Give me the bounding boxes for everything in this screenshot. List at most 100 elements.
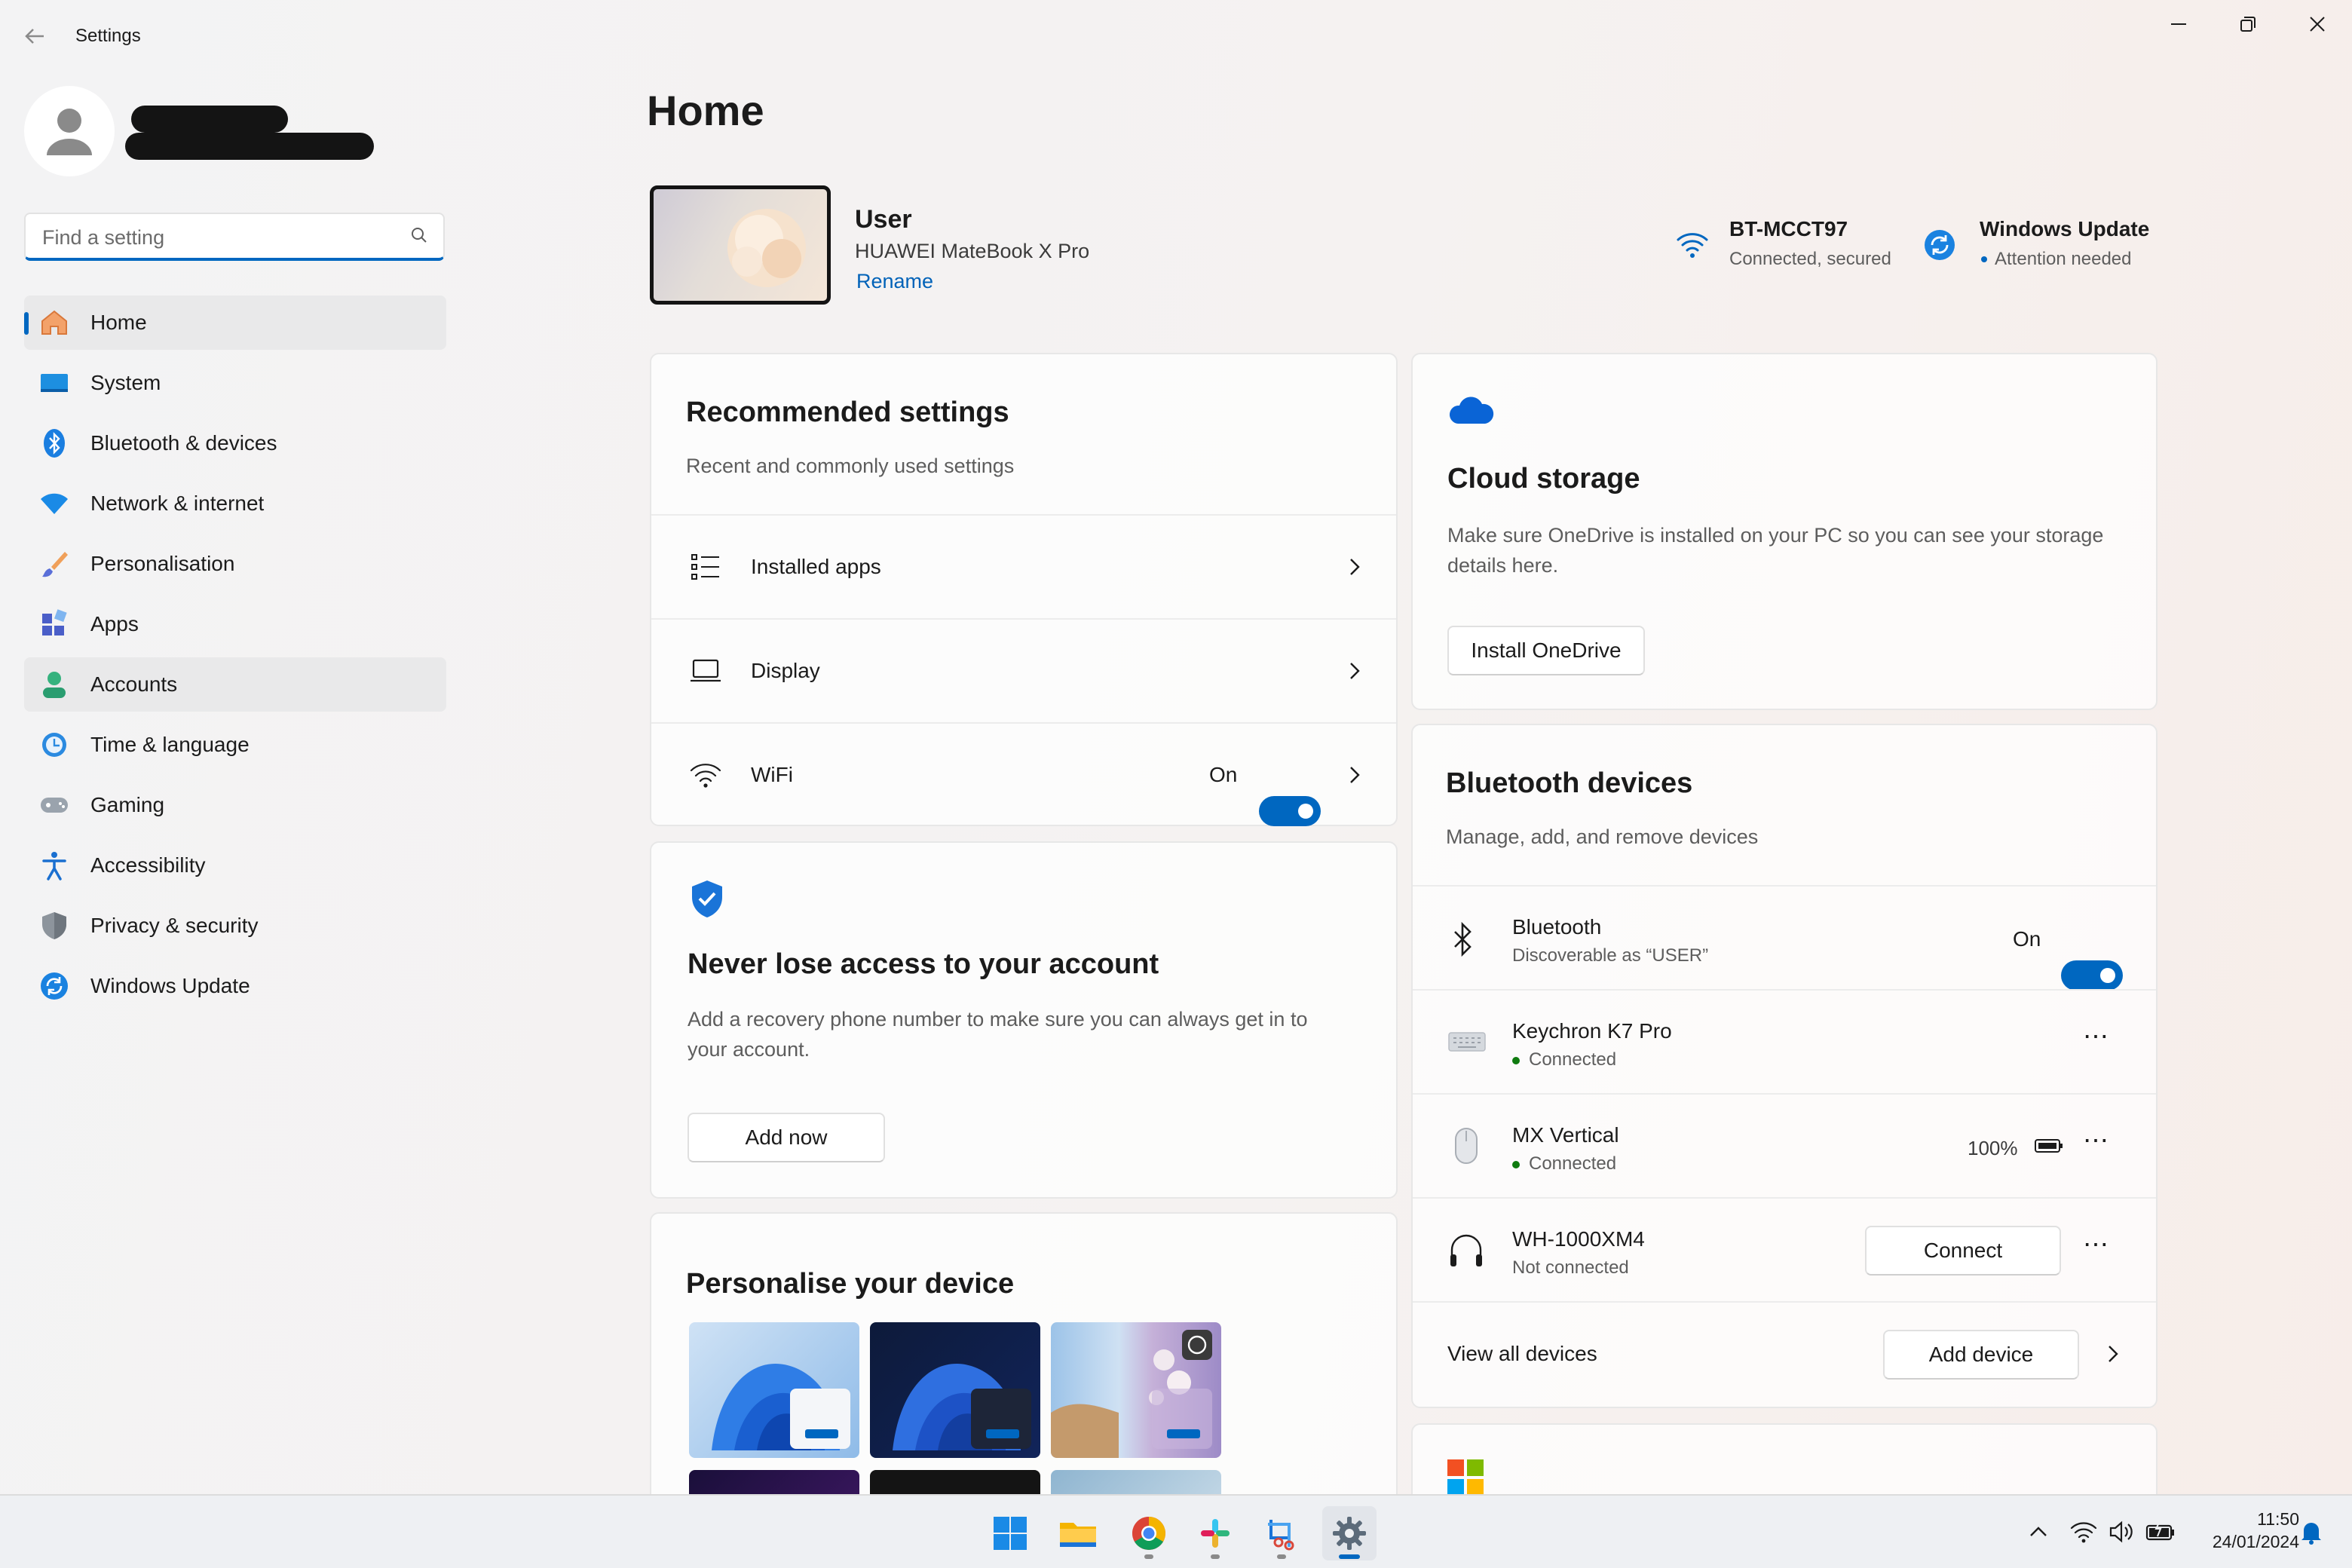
back-button[interactable] bbox=[20, 21, 50, 51]
sidebar-item-label: Personalisation bbox=[90, 552, 235, 575]
connected-dot bbox=[1512, 1160, 1520, 1168]
bluetooth-footer-row: View all devices Add device bbox=[1413, 1301, 2156, 1407]
sidebar-item-bluetooth[interactable]: Bluetooth & devices bbox=[24, 416, 446, 470]
connect-button[interactable]: Connect bbox=[1865, 1226, 2061, 1276]
restore-button[interactable] bbox=[2213, 0, 2283, 48]
accessibility-icon bbox=[38, 849, 71, 882]
restore-icon bbox=[2240, 17, 2256, 32]
battery-icon bbox=[2035, 1139, 2063, 1153]
setting-row-display[interactable]: Display bbox=[651, 618, 1396, 722]
connected-dot bbox=[1512, 1056, 1520, 1064]
show-hidden-icons-button[interactable] bbox=[2023, 1517, 2053, 1547]
close-icon bbox=[2310, 17, 2325, 32]
gamepad-icon bbox=[38, 789, 71, 822]
selection-indicator bbox=[24, 312, 29, 335]
windows-update-status[interactable]: Windows Update Attention needed bbox=[1921, 217, 2170, 277]
bluetooth-toggle[interactable] bbox=[2061, 960, 2123, 991]
recommended-title: Recommended settings bbox=[686, 397, 1009, 428]
device-thumbnail[interactable] bbox=[650, 185, 831, 305]
view-all-devices-link[interactable]: View all devices bbox=[1447, 1342, 1597, 1366]
chevron-up-icon bbox=[2030, 1527, 2047, 1536]
sidebar-item-system[interactable]: System bbox=[24, 356, 446, 410]
theme-thumbnail-spotlight[interactable] bbox=[1051, 1322, 1221, 1458]
setting-row-installed-apps[interactable]: Installed apps bbox=[651, 514, 1396, 618]
shield-check-icon bbox=[692, 880, 722, 917]
device-row-wh1000xm4[interactable]: WH-1000XM4 Not connected Connect ⋯ bbox=[1413, 1197, 2156, 1301]
setting-label: Display bbox=[751, 659, 820, 682]
more-options-button[interactable]: ⋯ bbox=[2076, 1024, 2115, 1057]
scissors-icon bbox=[1268, 1520, 1294, 1551]
sidebar-item-label: Windows Update bbox=[90, 974, 250, 997]
theme-thumbnail-dark[interactable] bbox=[870, 1322, 1040, 1458]
personalise-card: Personalise your device bbox=[650, 1212, 1398, 1530]
device-row-keychron[interactable]: Keychron K7 Pro Connected ⋯ bbox=[1413, 989, 2156, 1093]
chevron-right-icon[interactable] bbox=[2103, 1343, 2121, 1364]
sidebar-item-label: Apps bbox=[90, 612, 139, 635]
sidebar-item-time-language[interactable]: Time & language bbox=[24, 718, 446, 772]
sidebar-item-label: Gaming bbox=[90, 793, 165, 816]
wifi-icon bbox=[690, 764, 721, 788]
device-row-mx-vertical[interactable]: MX Vertical Connected 100% ⋯ bbox=[1413, 1093, 2156, 1197]
device-state: Not connected bbox=[1512, 1257, 1629, 1278]
wifi-status[interactable]: BT-MCCT97 Connected, secured bbox=[1669, 217, 1910, 277]
rename-link[interactable]: Rename bbox=[856, 270, 933, 293]
more-options-button[interactable]: ⋯ bbox=[2076, 1232, 2115, 1265]
chrome-button[interactable] bbox=[1122, 1506, 1176, 1560]
clock[interactable]: 11:50 24/01/2024 bbox=[2186, 1508, 2299, 1557]
sidebar-item-accounts[interactable]: Accounts bbox=[24, 657, 446, 712]
wallpaper-image bbox=[727, 209, 806, 287]
page-title: Home bbox=[647, 87, 764, 134]
theme-thumbnail-light[interactable] bbox=[689, 1322, 859, 1458]
snipping-tool-button[interactable] bbox=[1254, 1506, 1309, 1560]
mouse-icon bbox=[1455, 1128, 1478, 1164]
sidebar-item-privacy[interactable]: Privacy & security bbox=[24, 899, 446, 953]
more-options-button[interactable]: ⋯ bbox=[2076, 1128, 2115, 1161]
setting-row-wifi[interactable]: WiFi On bbox=[651, 722, 1396, 826]
sidebar-item-personalisation[interactable]: Personalisation bbox=[24, 537, 446, 591]
minimize-icon bbox=[2171, 23, 2186, 25]
sidebar-item-label: System bbox=[90, 371, 161, 394]
sidebar-item-label: Accounts bbox=[90, 672, 178, 696]
clock-time: 11:50 bbox=[2257, 1509, 2299, 1529]
sidebar-item-apps[interactable]: Apps bbox=[24, 597, 446, 651]
speaker-icon bbox=[2109, 1521, 2133, 1543]
taskbar-preview bbox=[790, 1389, 850, 1449]
search-input[interactable] bbox=[41, 222, 390, 253]
wifi-network-name: BT-MCCT97 bbox=[1729, 217, 1848, 240]
clock-icon bbox=[38, 728, 71, 761]
chevron-right-icon[interactable] bbox=[1345, 764, 1363, 786]
wifi-toggle[interactable] bbox=[1259, 796, 1321, 826]
running-indicator bbox=[1339, 1554, 1360, 1559]
windows-logo-icon bbox=[994, 1517, 1027, 1550]
sidebar-item-network[interactable]: Network & internet bbox=[24, 476, 446, 531]
sidebar-item-home[interactable]: Home bbox=[24, 296, 446, 350]
settings-taskbar-button[interactable] bbox=[1322, 1506, 1377, 1560]
search-box[interactable] bbox=[24, 213, 445, 261]
device-state: Connected bbox=[1512, 1049, 1616, 1070]
add-now-button[interactable]: Add now bbox=[688, 1113, 885, 1162]
close-button[interactable] bbox=[2283, 0, 2352, 48]
microsoft-logo-icon bbox=[1447, 1459, 1484, 1496]
sidebar-item-windows-update[interactable]: Windows Update bbox=[24, 959, 446, 1013]
avatar[interactable] bbox=[24, 86, 115, 176]
tray-wifi-button[interactable] bbox=[2069, 1517, 2099, 1547]
sidebar-item-accessibility[interactable]: Accessibility bbox=[24, 838, 446, 893]
start-button[interactable] bbox=[983, 1506, 1037, 1560]
notifications-button[interactable] bbox=[2296, 1517, 2326, 1547]
file-explorer-button[interactable] bbox=[1051, 1506, 1105, 1560]
home-icon bbox=[38, 306, 71, 339]
cloud-storage-card: Cloud storage Make sure OneDrive is inst… bbox=[1411, 353, 2158, 710]
add-device-button[interactable]: Add device bbox=[1883, 1330, 2079, 1380]
bluetooth-label: Bluetooth bbox=[1512, 915, 1602, 939]
search-icon[interactable] bbox=[409, 225, 430, 246]
sidebar-item-gaming[interactable]: Gaming bbox=[24, 778, 446, 832]
brush-icon bbox=[38, 547, 71, 580]
slack-button[interactable] bbox=[1188, 1506, 1242, 1560]
install-onedrive-button[interactable]: Install OneDrive bbox=[1447, 626, 1645, 675]
device-name: Keychron K7 Pro bbox=[1512, 1019, 1672, 1043]
redacted-email bbox=[125, 133, 374, 160]
tray-volume-button[interactable] bbox=[2106, 1517, 2136, 1547]
tray-battery-button[interactable] bbox=[2144, 1517, 2177, 1547]
taskbar-preview bbox=[971, 1389, 1031, 1449]
minimize-button[interactable] bbox=[2144, 0, 2213, 48]
